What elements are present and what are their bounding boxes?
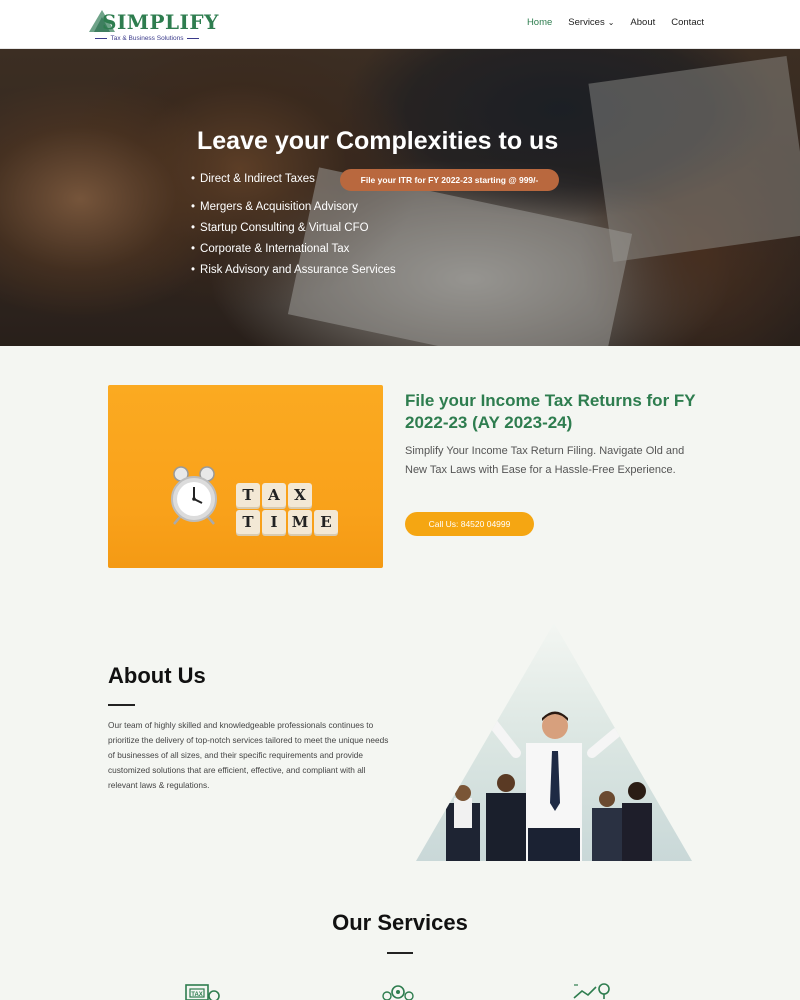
- nav-services-label: Services: [568, 17, 605, 28]
- tax-document-icon: TAX: [185, 984, 220, 1000]
- logo-tagline: Tax & Business Solutions: [88, 35, 206, 42]
- svg-text:TAX: TAX: [191, 992, 203, 998]
- services-divider: [387, 952, 413, 954]
- hero-service-item: Corporate & International Tax: [191, 239, 396, 260]
- itr-promo-button[interactable]: File your ITR for FY 2022-23 starting @ …: [340, 169, 559, 191]
- chevron-down-icon: ⌄: [607, 18, 615, 27]
- about-text: Our team of highly skilled and knowledge…: [108, 720, 389, 790]
- team-celebration-image: [416, 623, 692, 861]
- main-nav: Home Services ⌄ About Contact: [527, 17, 704, 28]
- letter-block: X: [288, 483, 312, 507]
- nav-services[interactable]: Services ⌄: [568, 17, 614, 28]
- hero-banner: Leave your Complexities to us Direct & I…: [0, 49, 800, 346]
- hero-service-item: Risk Advisory and Assurance Services: [191, 260, 396, 281]
- growth-idea-icon: [573, 983, 610, 999]
- services-title: Our Services: [332, 910, 468, 935]
- hero-service-item: Startup Consulting & Virtual CFO: [191, 218, 396, 239]
- site-header: SIMPLIFY Tax & Business Solutions Home S…: [0, 0, 800, 49]
- letter-block: I: [262, 510, 286, 534]
- hero-title: Leave your Complexities to us: [197, 127, 559, 155]
- itr-section-title: File your Income Tax Returns for FY 2022…: [405, 391, 696, 432]
- hero-service-item: Mergers & Acquisition Advisory: [191, 197, 396, 218]
- letter-block: T: [236, 483, 260, 507]
- site-logo[interactable]: SIMPLIFY Tax & Business Solutions: [88, 8, 218, 44]
- itr-section-description: Simplify Your Income Tax Return Filing. …: [405, 445, 685, 476]
- nav-about[interactable]: About: [630, 17, 655, 28]
- letter-block: A: [262, 483, 286, 507]
- call-us-button[interactable]: Call Us: 84520 04999: [405, 512, 534, 536]
- logo-text: SIMPLIFY: [102, 10, 219, 34]
- about-title: About Us: [108, 663, 206, 688]
- nav-home[interactable]: Home: [527, 17, 552, 28]
- tax-time-image: T A X T I M E: [108, 385, 383, 568]
- hero-content: Leave your Complexities to us Direct & I…: [0, 49, 800, 346]
- about-divider: [108, 704, 135, 706]
- gears-icon: [382, 985, 414, 1000]
- letter-block: E: [314, 510, 338, 534]
- alarm-clock-icon: [171, 466, 217, 525]
- nav-contact[interactable]: Contact: [671, 17, 704, 28]
- letter-block: M: [288, 510, 312, 534]
- letter-block: T: [236, 510, 260, 534]
